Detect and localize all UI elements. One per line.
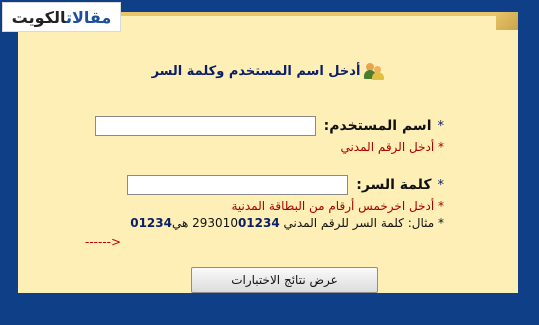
example-connector: هي [171, 216, 189, 230]
password-label: كلمة السر: [356, 177, 432, 193]
show-results-button[interactable]: عرض نتائج الاختبارات [191, 267, 378, 293]
form-header: أدخل اسم المستخدم وكلمة السر [18, 62, 518, 80]
watermark-logo: مقالاتالكويت [2, 2, 121, 32]
form-title: أدخل اسم المستخدم وكلمة السر [151, 63, 361, 79]
example-civil-head: 293010 [192, 216, 238, 230]
login-panel: أدخل اسم المستخدم وكلمة السر * اسم المست… [18, 12, 518, 293]
example-star: * [438, 216, 444, 230]
hint-star: * [438, 199, 444, 213]
username-input[interactable] [94, 116, 316, 136]
password-hint: * أدخل اخرخمس أرقام من البطاقة المدنية [231, 199, 444, 213]
users-icon [364, 62, 385, 80]
arrow-icon: ------> [85, 235, 122, 249]
required-star: * [437, 118, 445, 134]
example-civil-tail: 01234 [237, 216, 280, 230]
watermark-part2: الكويت [11, 7, 66, 27]
password-input[interactable] [127, 175, 349, 195]
username-hint-text: أدخل الرقم المدني [340, 140, 435, 154]
required-star: * [437, 177, 445, 193]
password-row: * كلمة السر: [127, 175, 444, 195]
username-label: اسم المستخدم: [323, 118, 432, 134]
watermark-part1: مقالات [65, 7, 112, 27]
username-row: * اسم المستخدم: [94, 116, 445, 136]
username-hint: * أدخل الرقم المدني [340, 140, 444, 154]
password-example: * مثال: كلمة السر للرقم المدني 293010012… [130, 216, 444, 230]
example-password: 01234 [130, 216, 172, 230]
password-hint-text: أدخل اخرخمس أرقام من البطاقة المدنية [231, 199, 435, 213]
example-prefix: مثال: كلمة السر للرقم المدني [283, 216, 435, 230]
hint-star: * [438, 140, 444, 154]
panel-corner-decoration [496, 12, 518, 30]
